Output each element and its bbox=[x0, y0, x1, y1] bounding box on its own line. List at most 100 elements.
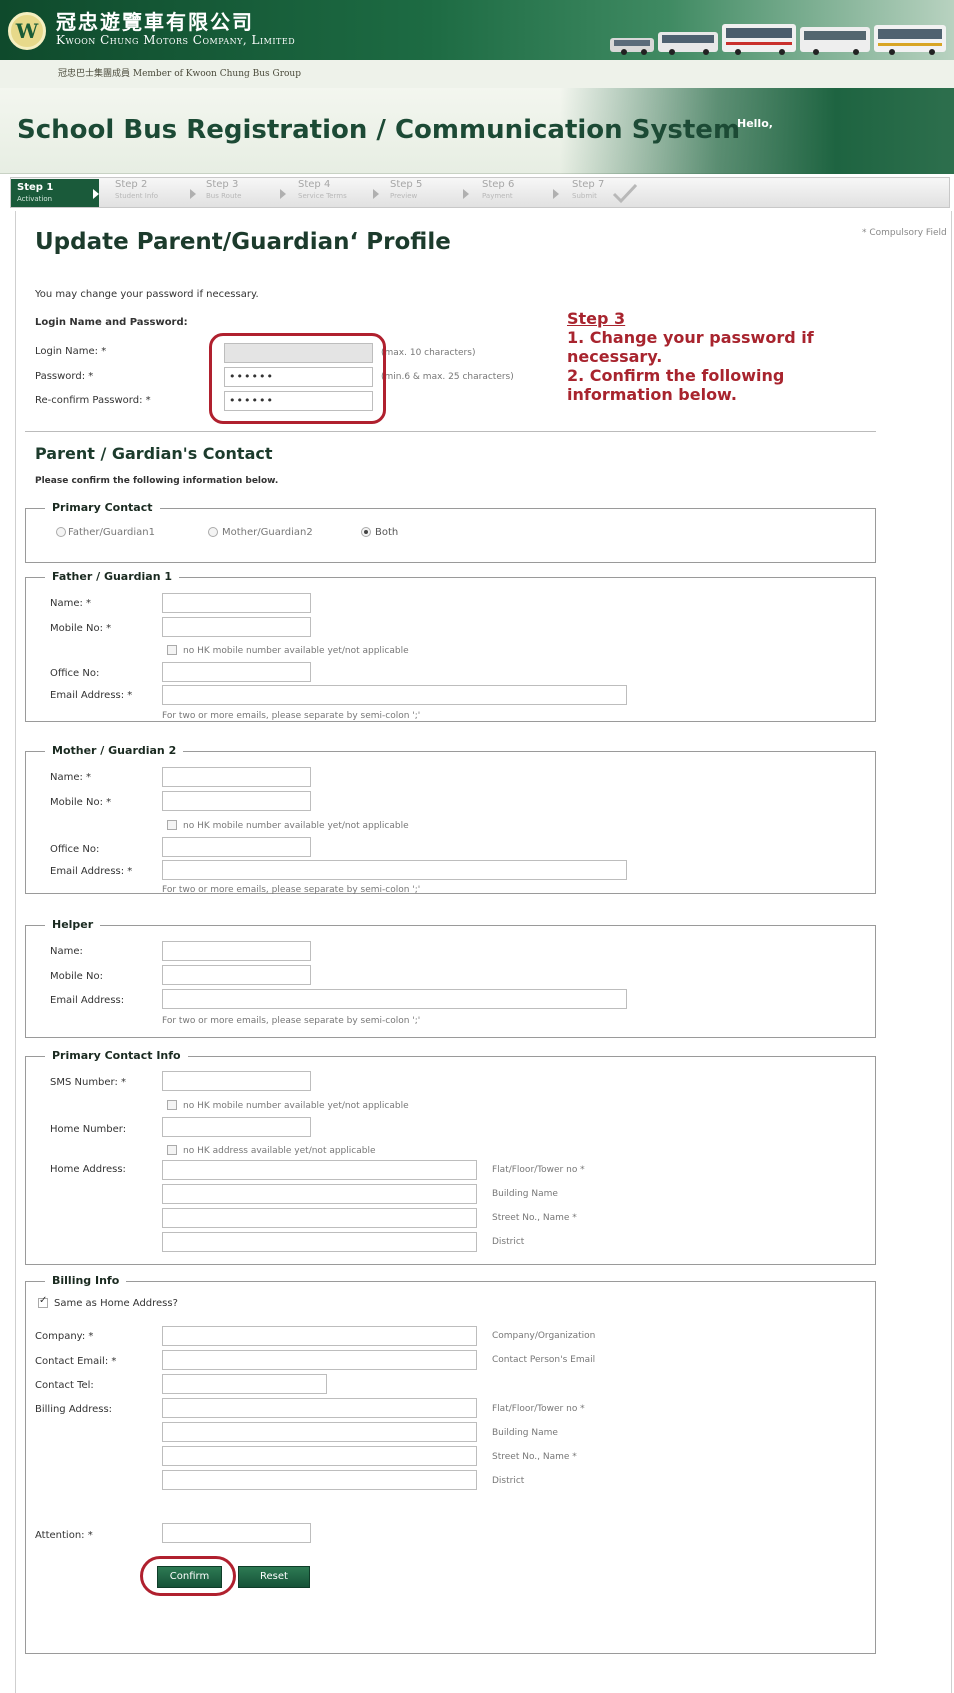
mother-no-mobile-checkbox[interactable] bbox=[167, 820, 177, 830]
same-as-home-checkbox[interactable] bbox=[38, 1295, 48, 1308]
attention-input[interactable] bbox=[162, 1523, 311, 1543]
helper-email-input[interactable] bbox=[162, 989, 627, 1009]
mother-name-label: Name: * bbox=[50, 772, 92, 783]
annotation-line: necessary. bbox=[567, 347, 663, 366]
mother-office-label: Office No: bbox=[50, 844, 100, 855]
sms-no-mobile-label: no HK mobile number available yet/not ap… bbox=[183, 1101, 409, 1111]
father-legend: Father / Guardian 1 bbox=[45, 570, 180, 583]
home-address-line4[interactable] bbox=[162, 1232, 477, 1252]
father-name-input[interactable] bbox=[162, 593, 311, 613]
no-address-label: no HK address available yet/not applicab… bbox=[183, 1146, 376, 1156]
father-office-label: Office No: bbox=[50, 668, 100, 679]
helper-mobile-input[interactable] bbox=[162, 965, 311, 985]
helper-mobile-label: Mobile No: bbox=[50, 971, 103, 982]
contact-heading: Parent / Gardian's Contact bbox=[35, 444, 273, 463]
home-number-label: Home Number: bbox=[50, 1124, 127, 1135]
login-name-hint: (max. 10 characters) bbox=[381, 348, 476, 358]
annotation-line: 1. Change your password if bbox=[567, 328, 814, 347]
contact-email-input[interactable] bbox=[162, 1350, 477, 1370]
mother-no-mobile-label: no HK mobile number available yet/not ap… bbox=[183, 821, 409, 831]
company-logo: W bbox=[8, 12, 46, 50]
father-email-note: For two or more emails, please separate … bbox=[162, 711, 421, 721]
radio-mother[interactable] bbox=[208, 527, 218, 537]
divider bbox=[25, 431, 876, 432]
father-no-mobile-label: no HK mobile number available yet/not ap… bbox=[183, 646, 409, 656]
company-label: Company: * bbox=[35, 1331, 94, 1342]
father-email-input[interactable] bbox=[162, 685, 627, 705]
step-3: Step 3 Bus Route bbox=[206, 179, 242, 200]
step-6: Step 6 Payment bbox=[482, 179, 515, 200]
father-no-mobile-checkbox[interactable] bbox=[167, 645, 177, 655]
contact-tel-label: Contact Tel: bbox=[35, 1380, 94, 1391]
home-address-label: Home Address: bbox=[50, 1164, 126, 1175]
reset-button[interactable]: Reset bbox=[238, 1566, 310, 1588]
billing-address-line1[interactable] bbox=[162, 1398, 477, 1418]
mother-email-note: For two or more emails, please separate … bbox=[162, 885, 421, 895]
billing-address-line2[interactable] bbox=[162, 1422, 477, 1442]
home-address-hint: Street No., Name * bbox=[492, 1213, 577, 1223]
no-address-checkbox[interactable] bbox=[167, 1145, 177, 1155]
radio-both-label: Both bbox=[375, 527, 399, 538]
step-1[interactable]: Step 1 Activation bbox=[11, 179, 99, 207]
billing-address-hint: Street No., Name * bbox=[492, 1452, 577, 1462]
step-5: Step 5 Preview bbox=[390, 179, 423, 200]
billing-address-line3[interactable] bbox=[162, 1446, 477, 1466]
confirm-highlight-circle bbox=[140, 1556, 236, 1596]
radio-both[interactable] bbox=[361, 527, 371, 537]
contact-tel-input[interactable] bbox=[162, 1374, 327, 1394]
helper-fieldset bbox=[25, 925, 876, 1038]
home-address-line1[interactable] bbox=[162, 1160, 477, 1180]
step-arrow-icon bbox=[93, 189, 99, 199]
billing-address-hint: Flat/Floor/Tower no * bbox=[492, 1404, 585, 1414]
mother-mobile-input[interactable] bbox=[162, 791, 311, 811]
home-address-hint: Building Name bbox=[492, 1189, 558, 1199]
home-number-input[interactable] bbox=[162, 1117, 311, 1137]
mother-mobile-label: Mobile No: * bbox=[50, 797, 112, 808]
contact-intro: Please confirm the following information… bbox=[35, 476, 279, 486]
mother-email-input[interactable] bbox=[162, 860, 627, 880]
reconfirm-password-label: Re-confirm Password: * bbox=[35, 395, 151, 406]
helper-email-note: For two or more emails, please separate … bbox=[162, 1016, 421, 1026]
contact-email-hint: Contact Person's Email bbox=[492, 1355, 596, 1365]
billing-address-line4[interactable] bbox=[162, 1470, 477, 1490]
annotation-title: Step 3 bbox=[567, 309, 626, 328]
attention-label: Attention: * bbox=[35, 1530, 93, 1541]
father-office-input[interactable] bbox=[162, 662, 311, 682]
mother-email-label: Email Address: * bbox=[50, 866, 133, 877]
father-name-label: Name: * bbox=[50, 598, 92, 609]
mother-name-input[interactable] bbox=[162, 767, 311, 787]
checkmark-icon bbox=[612, 183, 638, 204]
company-input[interactable] bbox=[162, 1326, 477, 1346]
company-name-chinese: 冠忠遊覽車有限公司 bbox=[56, 10, 254, 34]
home-address-line2[interactable] bbox=[162, 1184, 477, 1204]
step-7: Step 7 Submit bbox=[572, 179, 605, 200]
step-arrow-icon bbox=[280, 189, 286, 199]
login-heading: Login Name and Password: bbox=[35, 317, 188, 328]
billing-address-hint: District bbox=[492, 1476, 525, 1486]
sms-no-mobile-checkbox[interactable] bbox=[167, 1100, 177, 1110]
helper-legend: Helper bbox=[45, 918, 101, 931]
step-arrow-icon bbox=[553, 189, 559, 199]
father-email-label: Email Address: * bbox=[50, 690, 133, 701]
father-mobile-input[interactable] bbox=[162, 617, 311, 637]
tutorial-annotation: Step 3 1. Change your password if necess… bbox=[567, 309, 867, 404]
primary-contact-legend: Primary Contact bbox=[45, 501, 160, 514]
company-name-english: Kwoon Chung Motors Company, Limited bbox=[56, 33, 296, 47]
intro-text: You may change your password if necessar… bbox=[35, 289, 259, 300]
contact-email-label: Contact Email: * bbox=[35, 1356, 117, 1367]
home-address-line3[interactable] bbox=[162, 1208, 477, 1228]
annotation-line: information below. bbox=[567, 385, 737, 404]
helper-name-input[interactable] bbox=[162, 941, 311, 961]
sms-number-input[interactable] bbox=[162, 1071, 311, 1091]
billing-address-hint: Building Name bbox=[492, 1428, 558, 1438]
step-2: Step 2 Student Info bbox=[115, 179, 159, 200]
group-membership: 冠忠巴士集團成員 Member of Kwoon Chung Bus Group bbox=[58, 69, 301, 79]
mother-legend: Mother / Guardian 2 bbox=[45, 744, 184, 757]
step-arrow-icon bbox=[373, 189, 379, 199]
radio-father[interactable] bbox=[56, 527, 66, 537]
sms-number-label: SMS Number: * bbox=[50, 1077, 127, 1088]
app-title: School Bus Registration / Communication … bbox=[17, 115, 741, 145]
home-address-hint: District bbox=[492, 1237, 525, 1247]
annotation-line: 2. Confirm the following bbox=[567, 366, 785, 385]
mother-office-input[interactable] bbox=[162, 837, 311, 857]
